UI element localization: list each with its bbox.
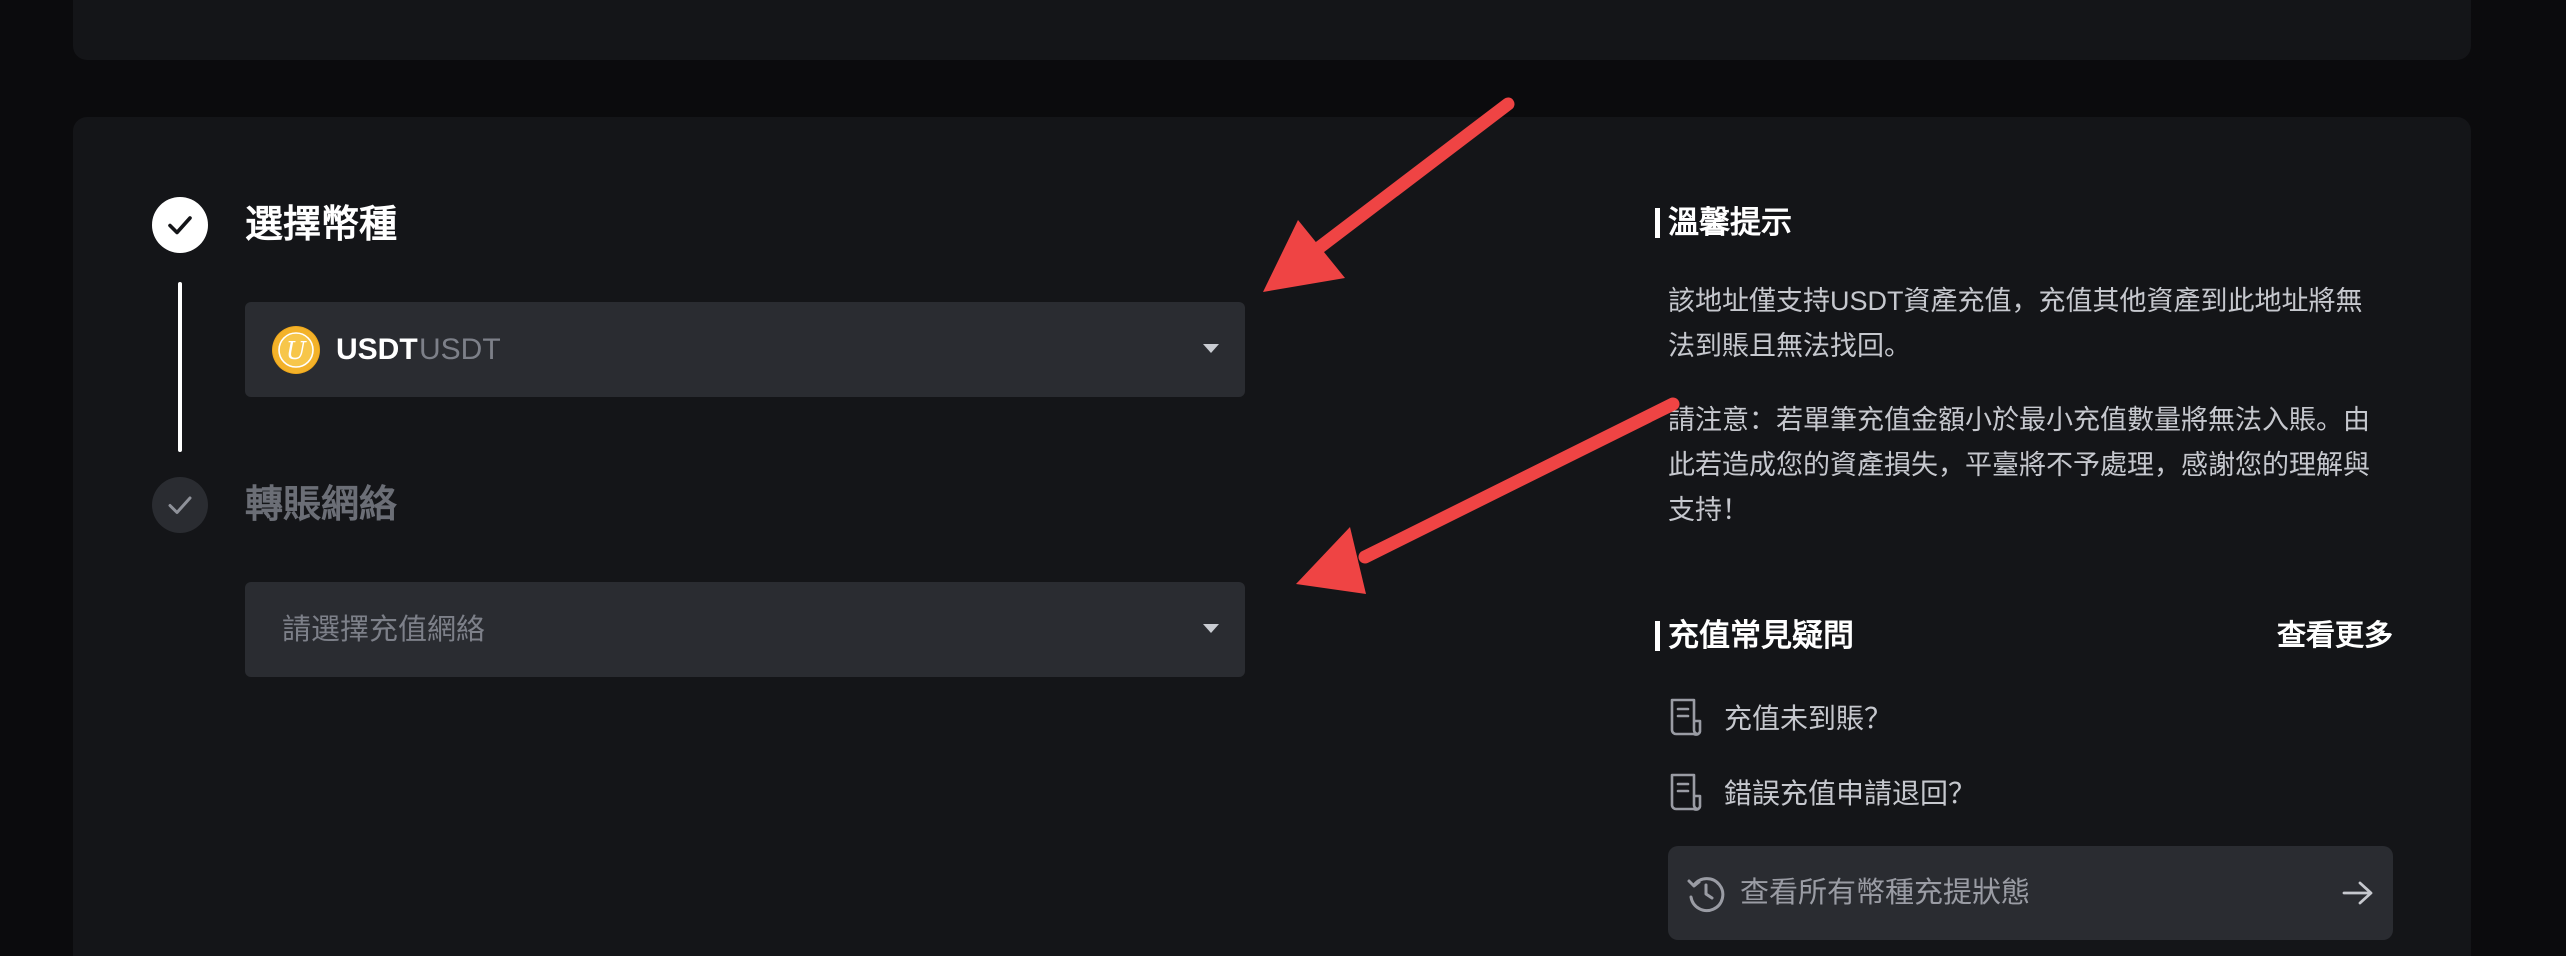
chevron-down-icon	[1203, 344, 1219, 353]
tip-paragraph-2: 請注意：若單筆充值金額小於最小充值數量將無法入賬。由此若造成您的資產損失，平臺將…	[1668, 405, 2370, 525]
document-icon	[1670, 698, 1702, 736]
network-select[interactable]: 請選擇充值網絡	[245, 582, 1245, 677]
coin-select[interactable]: U USDT USDT	[245, 302, 1245, 397]
arrow-right-icon	[2342, 881, 2373, 905]
tips-title: 溫馨提示	[1668, 205, 1792, 240]
faq-item-label: 錯誤充值申請退回？	[1724, 778, 1977, 809]
coin-name: USDT	[419, 333, 501, 366]
faq-title-bar	[1655, 621, 1660, 651]
faq-item-wrong-deposit[interactable]: 錯誤充值申請退回？	[1668, 772, 1976, 812]
step-1-check-icon	[152, 197, 208, 253]
deposit-page: 選擇幣種 U USDT USDT 轉賬網絡 請選擇充值網絡 溫馨提示 該地址僅支…	[0, 0, 2566, 956]
view-more-link[interactable]: 查看更多	[2277, 616, 2393, 656]
coin-symbol: USDT	[336, 333, 418, 366]
network-select-placeholder: 請選擇充值網絡	[282, 614, 486, 646]
chevron-down-icon	[1203, 624, 1219, 633]
view-all-status-label: 查看所有幣種充提狀態	[1740, 877, 2031, 909]
faq-item-label: 充值未到賬？	[1724, 703, 1893, 734]
faq-title: 充值常見疑問	[1668, 618, 1854, 653]
tips-title-bar	[1655, 208, 1660, 238]
step-connector	[178, 282, 182, 452]
step-2-check-icon	[152, 477, 208, 533]
faq-item-not-arrived[interactable]: 充值未到賬？	[1668, 697, 1892, 737]
top-panel	[73, 0, 2471, 60]
coin-logo-letter: U	[286, 337, 307, 365]
step-2-title: 轉賬網絡	[245, 484, 398, 526]
usdt-coin-logo: U	[272, 326, 320, 374]
step-1-title: 選擇幣種	[245, 204, 398, 246]
view-all-status-button[interactable]: 查看所有幣種充提狀態	[1668, 846, 2393, 940]
document-icon	[1670, 773, 1702, 811]
deposit-card	[73, 117, 2471, 956]
tip-paragraph-1: 該地址僅支持USDT資產充值，充值其他資產到此地址將無法到賬且無法找回。	[1668, 286, 2363, 361]
history-clock-icon	[1687, 877, 1725, 913]
